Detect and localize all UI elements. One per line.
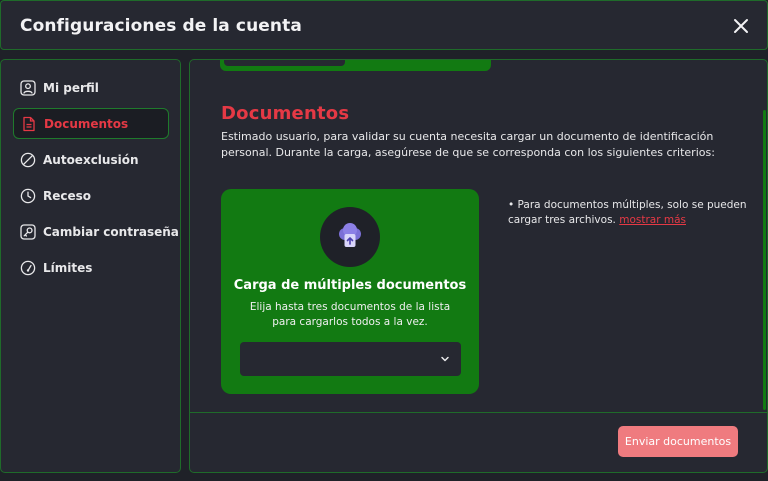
- footer-divider: [190, 412, 767, 413]
- sidebar-item-label: Autoexclusión: [43, 153, 139, 167]
- upload-icon-badge: [320, 207, 380, 267]
- close-button[interactable]: [731, 16, 751, 36]
- cloud-upload-icon: [339, 223, 361, 247]
- show-more-link[interactable]: mostrar más: [619, 214, 686, 226]
- document-type-select[interactable]: [240, 342, 461, 376]
- previous-section-edge: [220, 60, 491, 71]
- multi-upload-card: Carga de múltiples documentos Elija hast…: [221, 189, 479, 394]
- page-title: Configuraciones de la cuenta: [20, 16, 302, 36]
- upload-card-title: Carga de múltiples documentos: [233, 278, 467, 293]
- sidebar-item-label: Documentos: [44, 117, 129, 131]
- sidebar-item-label: Receso: [43, 189, 92, 203]
- settings-header: Configuraciones de la cuenta: [0, 0, 768, 50]
- sidebar-item-documents[interactable]: Documentos: [13, 108, 169, 139]
- sidebar-item-label: Mi perfil: [43, 81, 99, 95]
- clock-icon: [20, 188, 36, 204]
- sidebar-item-limits[interactable]: Límites: [13, 253, 169, 284]
- submit-documents-button[interactable]: Enviar documentos: [618, 426, 738, 457]
- section-title: Documentos: [221, 103, 350, 124]
- user-icon: [20, 80, 36, 96]
- close-icon: [734, 19, 748, 33]
- section-description: Estimado usuario, para validar su cuenta…: [221, 130, 715, 159]
- document-icon: [23, 116, 35, 132]
- sidebar-item-label: Límites: [43, 261, 93, 275]
- chevron-down-icon: [441, 356, 449, 362]
- scrollbar[interactable]: [763, 110, 766, 410]
- settings-sidebar: Mi perfil Documentos Autoexclusión Reces…: [0, 59, 181, 473]
- sidebar-item-label: Cambiar contraseña: [43, 225, 179, 239]
- prohibited-icon: [20, 152, 36, 168]
- gauge-icon: [20, 260, 36, 276]
- upload-card-subtitle: Elija hasta tres documentos de la lista …: [249, 301, 451, 328]
- upload-note: • Para documentos múltiples, solo se pue…: [508, 198, 748, 228]
- key-icon: [20, 224, 36, 240]
- sidebar-item-self-exclusion[interactable]: Autoexclusión: [13, 145, 169, 176]
- sidebar-item-profile[interactable]: Mi perfil: [13, 73, 169, 104]
- documents-panel: Documentos Estimado usuario, para valida…: [189, 59, 768, 473]
- sidebar-item-break[interactable]: Receso: [13, 181, 169, 212]
- sidebar-item-change-password[interactable]: Cambiar contraseña: [13, 217, 179, 248]
